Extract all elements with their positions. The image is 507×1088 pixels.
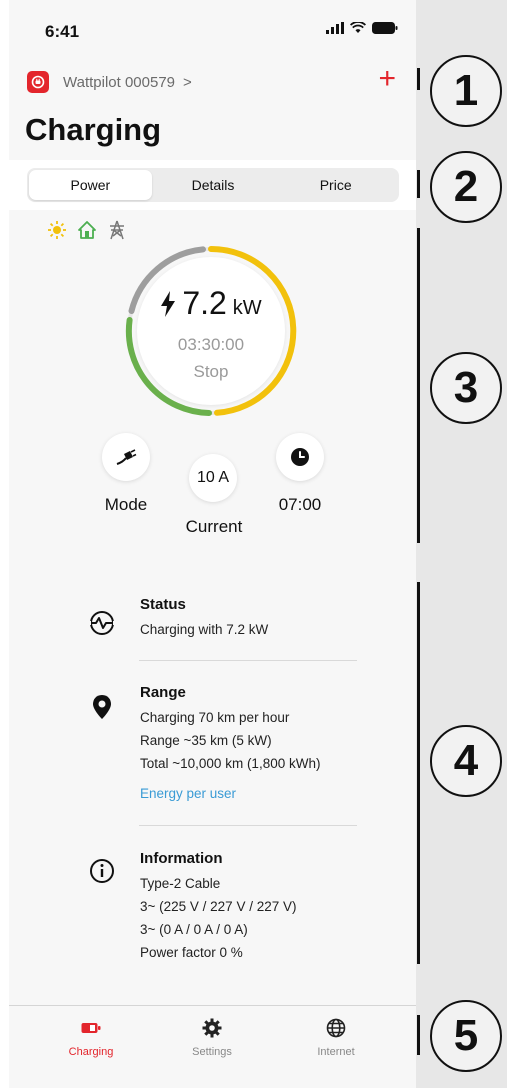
divider bbox=[139, 825, 357, 826]
bottom-nav: Charging Settings Internet bbox=[9, 1005, 416, 1088]
current-label: Current bbox=[185, 517, 243, 536]
callout-bracket-3 bbox=[417, 228, 420, 543]
status-time: 6:41 bbox=[45, 22, 80, 41]
page-title: Charging bbox=[25, 112, 162, 147]
callout-bracket-1 bbox=[417, 68, 420, 90]
bolt-icon bbox=[161, 290, 176, 317]
add-device-button[interactable]: + bbox=[378, 64, 396, 94]
callout-3: 3 bbox=[430, 352, 502, 424]
mode-button[interactable] bbox=[102, 433, 150, 481]
home-icon bbox=[78, 221, 96, 239]
callout-bracket-5 bbox=[417, 1015, 420, 1055]
callout-5: 5 bbox=[430, 1000, 502, 1072]
phone-screen: 6:41 Wattpilot 000579 > + Charging Power… bbox=[9, 0, 416, 1088]
power-readout: 7.2 kW bbox=[137, 285, 285, 322]
status-icons bbox=[326, 22, 398, 34]
segmented-tabs: Power Details Price bbox=[27, 168, 399, 202]
power-value: 7.2 bbox=[182, 285, 227, 321]
current-button[interactable]: 10 A bbox=[189, 454, 237, 502]
nav-charging-label: Charging bbox=[68, 1046, 114, 1058]
device-row[interactable]: Wattpilot 000579 > + bbox=[27, 64, 396, 96]
tab-power[interactable]: Power bbox=[29, 170, 152, 200]
wattpilot-logo-icon bbox=[27, 71, 49, 93]
location-pin-icon bbox=[93, 695, 111, 719]
info-icon bbox=[90, 859, 114, 883]
status-pulse-icon bbox=[87, 611, 117, 635]
nav-settings-label: Settings bbox=[192, 1046, 232, 1058]
grid-pylon-icon bbox=[110, 220, 124, 240]
globe-icon bbox=[326, 1018, 346, 1038]
range-line-2: Range ~35 km (5 kW) bbox=[140, 733, 272, 748]
mode-label: Mode bbox=[104, 495, 148, 514]
gear-icon bbox=[202, 1018, 222, 1038]
nav-settings[interactable]: Settings bbox=[172, 1016, 252, 1058]
range-line-1: Charging 70 km per hour bbox=[140, 710, 290, 725]
timer-button[interactable] bbox=[276, 433, 324, 481]
callout-4: 4 bbox=[430, 725, 502, 797]
signal-icon bbox=[326, 22, 344, 34]
power-unit: kW bbox=[232, 297, 262, 319]
divider bbox=[139, 660, 357, 661]
information-line-1: Type-2 Cable bbox=[140, 876, 221, 891]
power-gauge-center[interactable] bbox=[137, 257, 285, 405]
battery-icon bbox=[81, 1023, 101, 1033]
information-line-3: 3~ (0 A / 0 A / 0 A) bbox=[140, 922, 248, 937]
battery-status-icon bbox=[372, 22, 398, 34]
callout-1: 1 bbox=[430, 55, 502, 127]
clock-icon bbox=[291, 448, 309, 466]
plug-icon bbox=[116, 449, 137, 465]
tab-details[interactable]: Details bbox=[152, 170, 275, 200]
wifi-icon bbox=[350, 22, 366, 33]
stop-button[interactable]: Stop bbox=[137, 362, 285, 382]
tab-price[interactable]: Price bbox=[274, 170, 397, 200]
timer-label: 07:00 bbox=[278, 495, 322, 514]
energy-source-icons bbox=[47, 220, 127, 240]
information-line-2: 3~ (225 V / 227 V / 227 V) bbox=[140, 899, 297, 914]
callout-bracket-4 bbox=[417, 582, 420, 964]
energy-per-user-link[interactable]: Energy per user bbox=[140, 786, 236, 801]
charging-timer: 03:30:00 bbox=[177, 335, 245, 354]
sun-icon bbox=[48, 221, 66, 239]
device-name[interactable]: Wattpilot 000579 bbox=[63, 74, 175, 91]
nav-internet-label: Internet bbox=[317, 1046, 355, 1058]
information-title: Information bbox=[140, 850, 223, 867]
status-text: Charging with 7.2 kW bbox=[140, 622, 269, 637]
status-title: Status bbox=[140, 596, 186, 613]
status-bar: 6:41 bbox=[9, 0, 416, 60]
range-line-3: Total ~10,000 km (1,800 kWh) bbox=[140, 756, 321, 771]
nav-charging[interactable]: Charging bbox=[51, 1016, 131, 1058]
information-line-4: Power factor 0 % bbox=[140, 945, 243, 960]
range-title: Range bbox=[140, 684, 186, 701]
callout-bracket-2 bbox=[417, 170, 420, 198]
nav-internet[interactable]: Internet bbox=[296, 1016, 376, 1058]
callout-2: 2 bbox=[430, 151, 502, 223]
chevron-right-icon: > bbox=[183, 73, 192, 91]
